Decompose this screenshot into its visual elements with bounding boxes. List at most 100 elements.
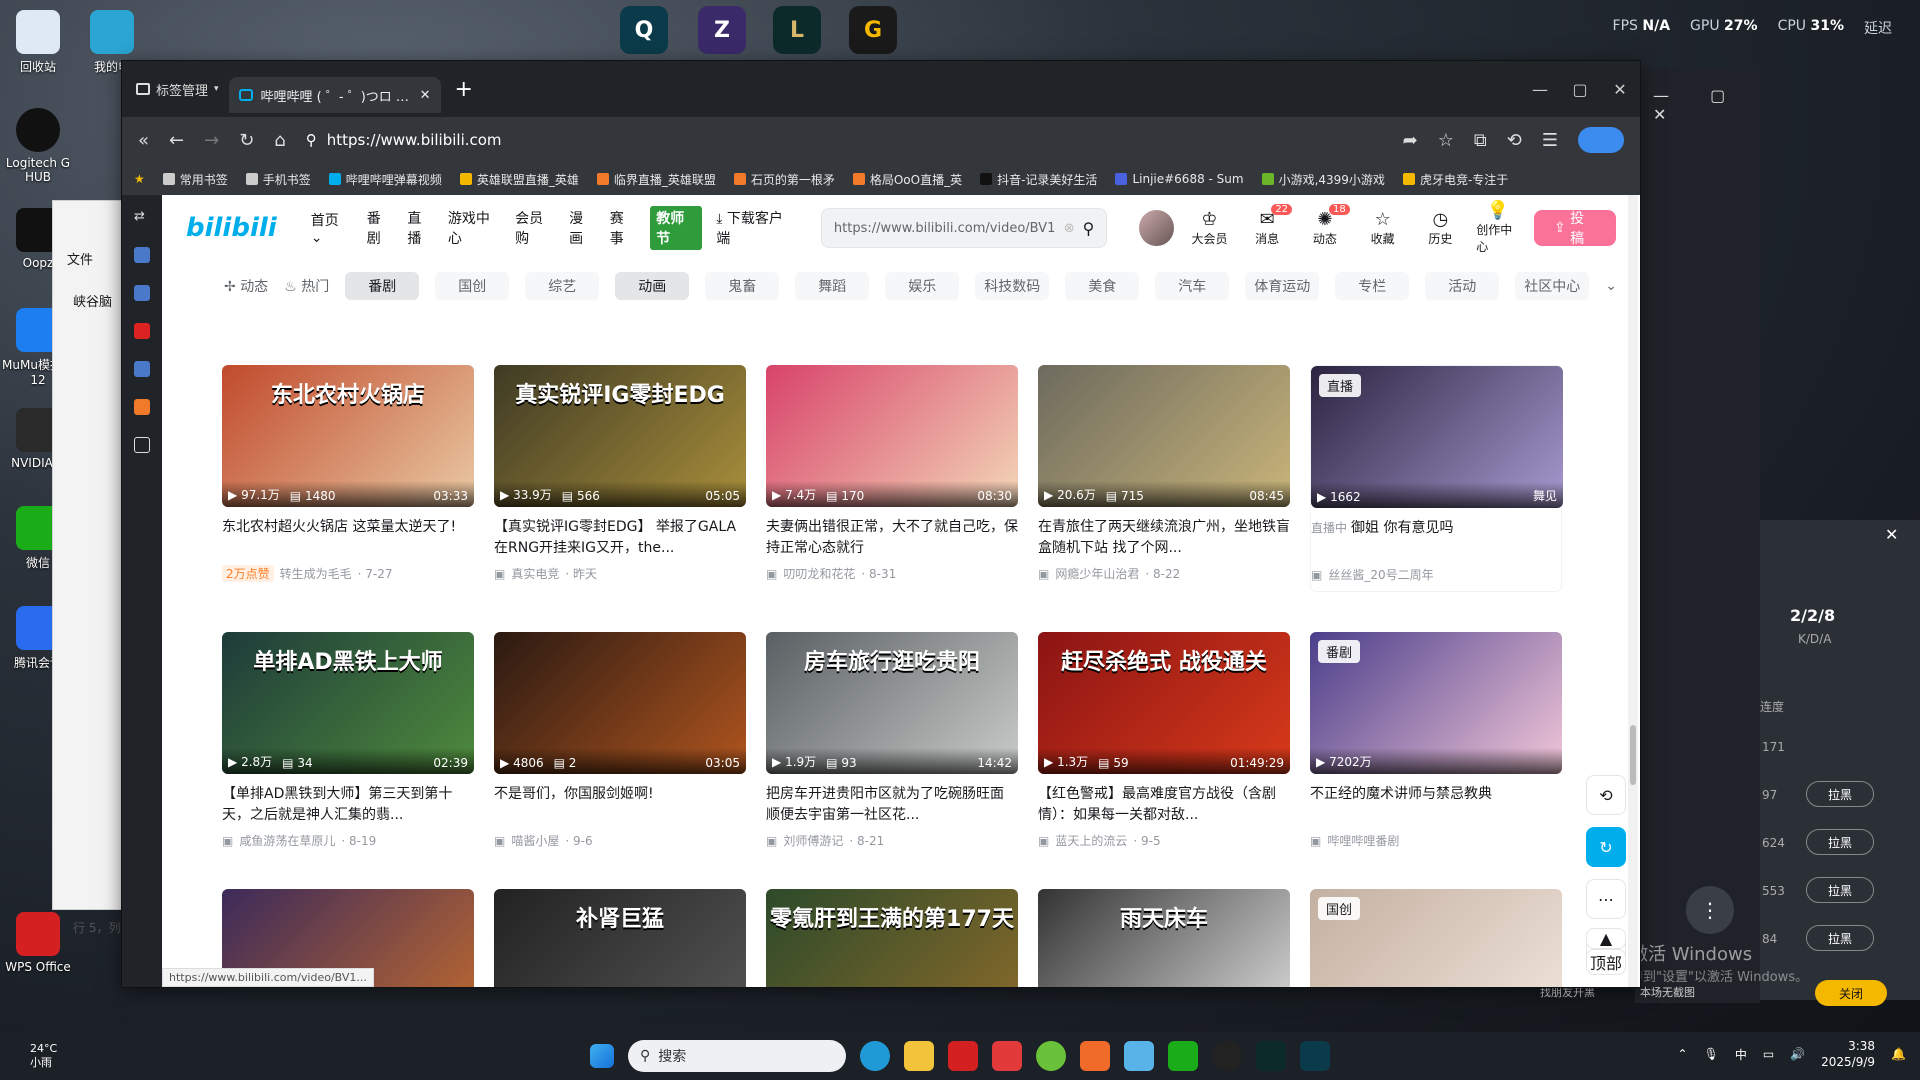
address-bar[interactable]: ⚲ https://www.bilibili.com: [306, 131, 1383, 149]
weather-widget[interactable]: 24°C 小雨: [30, 1042, 57, 1070]
minimize-icon[interactable]: —: [1520, 61, 1560, 117]
video-card[interactable]: 直播 ▶ 1662 舞见 直播中 御姐 你有意见吗 ▣ 丝丝酱_20号二周年: [1310, 365, 1563, 592]
video-title[interactable]: 直播中 御姐 你有意见吗: [1311, 518, 1561, 560]
uploader[interactable]: 刘师傅游记: [783, 832, 843, 849]
windows-start-icon[interactable]: [590, 1044, 614, 1068]
cat-chip[interactable]: 活动: [1425, 272, 1500, 300]
video-title[interactable]: 【单排AD黑铁到大师】第三天到第十天，之后就是神人汇集的翡...: [222, 784, 474, 826]
header-favorite[interactable]: ☆ 收藏: [1361, 209, 1405, 247]
nav-home[interactable]: 首页 ⌄: [311, 210, 353, 246]
app-icon-1[interactable]: Q: [620, 6, 668, 54]
history-icon[interactable]: ⟲: [1507, 130, 1522, 151]
header-message[interactable]: 22 ✉ 消息: [1245, 203, 1293, 247]
stats-close-icon[interactable]: ✕: [1885, 525, 1898, 544]
app-icon[interactable]: [1080, 1041, 1110, 1071]
app-icon[interactable]: [1036, 1041, 1066, 1071]
video-card[interactable]: ▶ 20.6万 ▤ 715 08:45 在青旅住了两天继续流浪广州，坐地铁盲盒随机下站…: [1038, 365, 1290, 592]
video-card[interactable]: 赶尽杀绝式 战役通关 ▶ 1.3万 ▤ 59 01:49:29 【红色警戒】最高难度官方…: [1038, 632, 1290, 849]
chevron-up-icon[interactable]: ⌃: [1678, 1047, 1688, 1061]
sidebar-app-icon[interactable]: [134, 247, 150, 263]
video-title[interactable]: 把房车开进贵阳市区就为了吃碗肠旺面 顺便去宇宙第一社区花...: [766, 784, 1018, 826]
cat-chip[interactable]: 动画: [615, 272, 690, 300]
video-thumbnail[interactable]: 赶尽杀绝式 战役通关 ▶ 1.3万 ▤ 59 01:49:29: [1038, 632, 1290, 774]
ime-indicator[interactable]: 中: [1735, 1046, 1747, 1063]
bookmark-item[interactable]: 英雄联盟直播_英雄: [459, 171, 579, 188]
clear-icon[interactable]: ⊗: [1064, 221, 1075, 236]
taskbar-search[interactable]: ⚲ 搜索: [628, 1040, 846, 1072]
notepad-menu[interactable]: 文件: [67, 249, 93, 268]
clock[interactable]: 3:38 2025/9/9: [1821, 1038, 1875, 1070]
cat-chip[interactable]: 番剧: [345, 272, 420, 300]
uploader[interactable]: 蓝天上的流云: [1055, 832, 1127, 849]
video-thumbnail[interactable]: 国创: [1310, 889, 1562, 987]
bookmark-item[interactable]: 抖音-记录美好生活: [980, 171, 1097, 188]
video-thumbnail[interactable]: ▶ 20.6万 ▤ 715 08:45: [1038, 365, 1290, 507]
uploader[interactable]: 喵酱小屋: [511, 832, 559, 849]
home-icon[interactable]: ⌂: [274, 130, 285, 151]
bookmark-item[interactable]: 手机书签: [245, 171, 311, 188]
menu-icon[interactable]: ☰: [1542, 130, 1558, 151]
cat-dynamic[interactable]: ✢ 动态: [224, 276, 268, 296]
uploader[interactable]: 哔哩哔哩番剧: [1327, 832, 1399, 849]
bookmark-item[interactable]: 小游戏,4399小游戏: [1261, 171, 1385, 188]
tab-bilibili[interactable]: 哔哩哔哩 ( ゜- ゜)つロ 干杯~-bilibili ✕: [228, 77, 441, 113]
nav-mall[interactable]: 会员购: [515, 208, 555, 248]
edge-icon[interactable]: [860, 1041, 890, 1071]
avatar[interactable]: [1139, 210, 1174, 246]
favorite-icon[interactable]: ☆: [1438, 130, 1454, 151]
bookmark-item[interactable]: 虎牙电竞-专注于: [1402, 171, 1508, 188]
cat-chip[interactable]: 舞蹈: [795, 272, 870, 300]
cat-chip[interactable]: 科技数码: [975, 272, 1050, 300]
desktop-icon-recycle[interactable]: 回收站: [2, 10, 74, 75]
explorer-icon[interactable]: [904, 1041, 934, 1071]
cat-chip[interactable]: 社区中心: [1515, 272, 1590, 300]
video-title[interactable]: 【红色警戒】最高难度官方战役（含剧情）：如果每一关都对敌...: [1038, 784, 1290, 826]
sidebar-app-icon[interactable]: [134, 285, 150, 301]
cat-chip[interactable]: 专栏: [1335, 272, 1410, 300]
panel-more-icon[interactable]: ⋮: [1686, 886, 1734, 934]
new-tab-icon[interactable]: +: [455, 77, 473, 102]
block-button[interactable]: 拉黑: [1806, 829, 1874, 855]
uploader[interactable]: 网瘾少年山治君: [1055, 565, 1139, 582]
video-thumbnail[interactable]: 单排AD黑铁上大师 ▶ 2.8万 ▤ 34 02:39: [222, 632, 474, 774]
video-card[interactable]: 真实锐评IG零封EDG ▶ 33.9万 ▤ 566 05:05 【真实锐评IG零封EDG…: [494, 365, 746, 592]
bookmark-item[interactable]: 格局OoO直播_英: [852, 171, 962, 188]
video-title[interactable]: 夫妻俩出错很正常，大不了就自己吃，保持正常心态就行: [766, 517, 1018, 559]
video-card[interactable]: 雨天床车: [1038, 889, 1290, 987]
search-input[interactable]: https://www.bilibili.com/video/BV1: [834, 221, 1056, 236]
bookmark-item[interactable]: Linjie#6688 - Sum: [1115, 172, 1244, 186]
app-icon-3[interactable]: L: [773, 6, 821, 54]
share-icon[interactable]: ➦: [1403, 130, 1418, 151]
cat-chip[interactable]: 综艺: [525, 272, 600, 300]
cat-chip[interactable]: 鬼畜: [705, 272, 780, 300]
nav-game-center[interactable]: 游戏中心: [448, 208, 501, 248]
bookmark-item[interactable]: 常用书签: [162, 171, 228, 188]
tab-manager[interactable]: 标签管理 ▾: [122, 71, 229, 107]
video-card[interactable]: 零氪肝到王满的第177天: [766, 889, 1018, 987]
nav-download[interactable]: ⤓ 下载客户端: [716, 208, 793, 248]
video-thumbnail[interactable]: 补肾巨猛: [494, 889, 746, 987]
notepad-icon[interactable]: [1124, 1041, 1154, 1071]
scrollbar[interactable]: [1628, 195, 1638, 987]
sidebar-app-icon[interactable]: [134, 399, 150, 415]
lol-icon[interactable]: [1256, 1041, 1286, 1071]
block-button[interactable]: 拉黑: [1806, 781, 1874, 807]
chevron-down-icon[interactable]: ⌄: [1605, 278, 1617, 294]
nav-esports[interactable]: 赛事: [610, 208, 637, 248]
uploader[interactable]: 叨叨龙和花花: [783, 565, 855, 582]
app-icon[interactable]: [1300, 1041, 1330, 1071]
video-title[interactable]: 在青旅住了两天继续流浪广州，坐地铁盲盒随机下站 找了个网...: [1038, 517, 1290, 559]
desktop-icon-wps[interactable]: WPS Office: [2, 912, 74, 974]
video-thumbnail[interactable]: ▶ 7.4万 ▤ 170 08:30: [766, 365, 1018, 507]
close-icon[interactable]: ✕: [1600, 61, 1640, 117]
video-card[interactable]: 东北农村火锅店 ▶ 97.1万 ▤ 1480 03:33 东北农村超火火锅店 这菜量太逆…: [222, 365, 474, 592]
nav-bangumi[interactable]: 番剧: [367, 208, 394, 248]
header-dynamic[interactable]: 18 ✺ 动态: [1303, 203, 1350, 247]
uploader[interactable]: 真实电竞: [511, 565, 559, 582]
video-card[interactable]: ▶ 7.4万 ▤ 170 08:30 夫妻俩出错很正常，大不了就自己吃，保持正常心态就…: [766, 365, 1018, 592]
block-button[interactable]: 拉黑: [1806, 877, 1874, 903]
block-button[interactable]: 拉黑: [1806, 925, 1874, 951]
volume-icon[interactable]: 🔊: [1790, 1047, 1805, 1061]
video-thumbnail[interactable]: 直播 ▶ 1662 舞见: [1311, 366, 1563, 508]
cat-chip[interactable]: 国创: [435, 272, 510, 300]
